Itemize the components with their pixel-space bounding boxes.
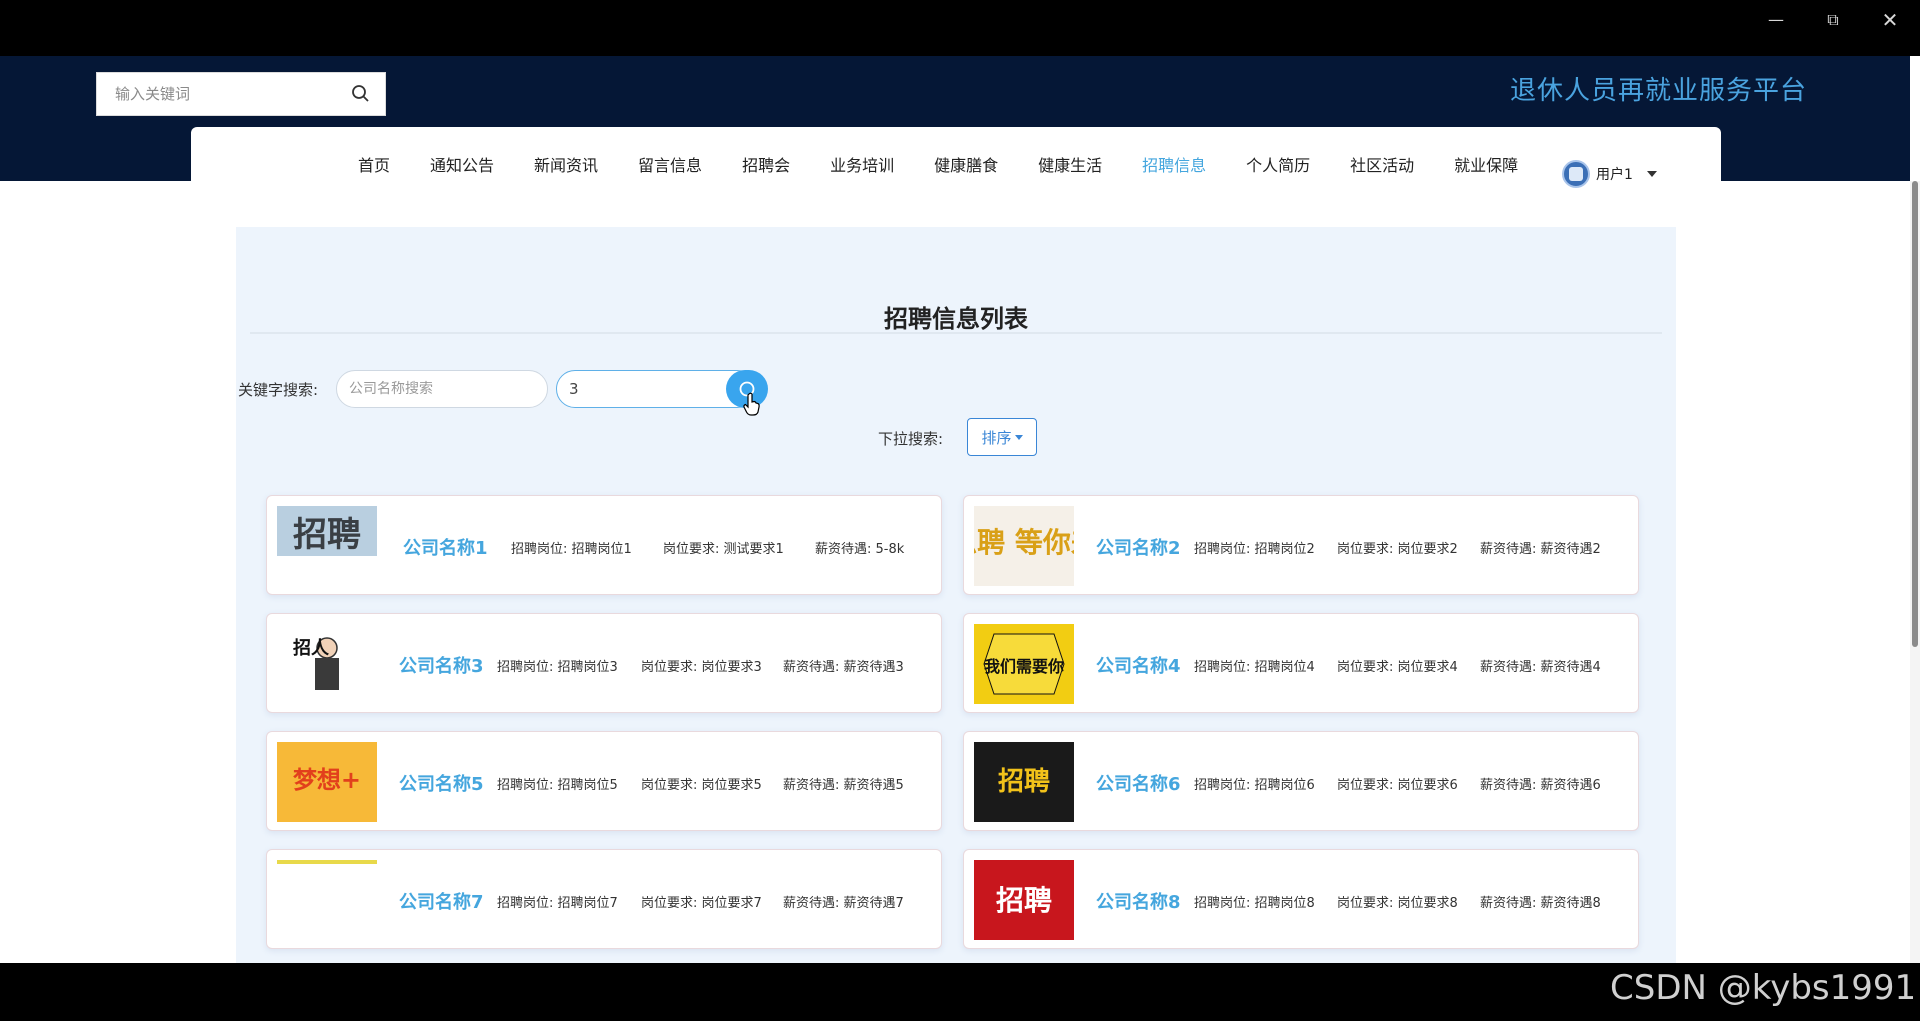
job-position: 招聘岗位: 招聘岗位6: [1194, 778, 1315, 793]
job-card[interactable]: 我们需要你 公司名称4 招聘岗位: 招聘岗位4 岗位要求: 岗位要求4 薪资待遇…: [963, 613, 1639, 713]
job-salary: 薪资待遇: 5-8k: [815, 542, 905, 557]
company-name[interactable]: 公司名称2: [1096, 534, 1181, 560]
job-position: 招聘岗位: 招聘岗位8: [1194, 896, 1315, 911]
user-menu[interactable]: 用户1: [1562, 160, 1657, 188]
job-card[interactable]: 招聘 公司名称1 招聘岗位: 招聘岗位1 岗位要求: 测试要求1 薪资待遇: 5…: [266, 495, 942, 595]
svg-text:梦想+: 梦想+: [293, 766, 361, 794]
job-requirement: 岗位要求: 岗位要求3: [641, 660, 762, 675]
nav-item-training[interactable]: 业务培训: [830, 152, 894, 176]
job-salary: 薪资待遇: 薪资待遇2: [1480, 542, 1601, 557]
caret-down-icon: [1014, 434, 1023, 440]
company-image[interactable]: 梦想+: [277, 742, 377, 822]
job-position: 招聘岗位: 招聘岗位4: [1194, 660, 1315, 675]
job-salary: 薪资待遇: 薪资待遇4: [1480, 660, 1601, 675]
company-image[interactable]: 招人: [277, 624, 377, 704]
nav-item-news[interactable]: 新闻资讯: [534, 152, 598, 176]
restore-icon[interactable]: ⧉: [1813, 6, 1853, 34]
company-image[interactable]: 招聘: [974, 742, 1074, 822]
company-name[interactable]: 公司名称6: [1096, 770, 1181, 796]
main-nav: 首页 通知公告 新闻资讯 留言信息 招聘会 业务培训 健康膳食 健康生活 招聘信…: [358, 152, 1558, 176]
page-title: 招聘信息列表: [884, 305, 1028, 333]
company-name[interactable]: 公司名称7: [399, 888, 484, 914]
job-position: 招聘岗位: 招聘岗位3: [497, 660, 618, 675]
job-requirement: 岗位要求: 岗位要求7: [641, 896, 762, 911]
svg-text:招聘: 招聘: [998, 767, 1050, 797]
job-position: 招聘岗位: 招聘岗位2: [1194, 542, 1315, 557]
company-name[interactable]: 公司名称3: [399, 652, 484, 678]
window-titlebar: — ⧉ ✕: [0, 0, 1920, 56]
search-icon[interactable]: [351, 84, 371, 104]
company-name[interactable]: 公司名称4: [1096, 652, 1181, 678]
svg-text:招人: 招人: [293, 637, 330, 659]
avatar[interactable]: [1562, 160, 1590, 188]
job-card[interactable]: 急聘 等你来 公司名称2 招聘岗位: 招聘岗位2 岗位要求: 岗位要求2 薪资待…: [963, 495, 1639, 595]
keyword-search-value: 3: [569, 380, 579, 398]
job-requirement: 岗位要求: 岗位要求6: [1337, 778, 1458, 793]
company-image[interactable]: 我们需要你: [974, 624, 1074, 704]
job-requirement: 岗位要求: 岗位要求5: [641, 778, 762, 793]
job-card[interactable]: 梦想+ 公司名称5 招聘岗位: 招聘岗位5 岗位要求: 岗位要求5 薪资待遇: …: [266, 731, 942, 831]
job-requirement: 岗位要求: 岗位要求2: [1337, 542, 1458, 557]
job-salary: 薪资待遇: 薪资待遇5: [783, 778, 904, 793]
chevron-down-icon[interactable]: [1646, 171, 1657, 177]
sort-dropdown-button[interactable]: 排序: [967, 418, 1037, 456]
job-position: 招聘岗位: 招聘岗位5: [497, 778, 618, 793]
nav-item-notices[interactable]: 通知公告: [430, 152, 494, 176]
job-card[interactable]: 招聘 公司名称8 招聘岗位: 招聘岗位8 岗位要求: 岗位要求8 薪资待遇: 薪…: [963, 849, 1639, 949]
page-scrollbar[interactable]: [1910, 181, 1920, 963]
user-name[interactable]: 用户1: [1596, 164, 1633, 184]
svg-text:我们需要你: 我们需要你: [984, 657, 1064, 676]
job-salary: 薪资待遇: 薪资待遇7: [783, 896, 904, 911]
company-image[interactable]: [277, 860, 377, 940]
job-position: 招聘岗位: 招聘岗位7: [497, 896, 618, 911]
job-requirement: 岗位要求: 岗位要求4: [1337, 660, 1458, 675]
svg-text:招聘: 招聘: [293, 515, 361, 555]
hand-cursor-icon: [743, 392, 760, 416]
header-search-input[interactable]: [97, 73, 337, 115]
minimize-icon[interactable]: —: [1756, 6, 1796, 34]
company-name-search-input[interactable]: [336, 370, 548, 408]
job-salary: 薪资待遇: 薪资待遇3: [783, 660, 904, 675]
sort-label: 排序: [981, 428, 1012, 447]
job-salary: 薪资待遇: 薪资待遇6: [1480, 778, 1601, 793]
close-icon[interactable]: ✕: [1870, 6, 1910, 34]
site-title: 退休人员再就业服务平台: [1510, 76, 1808, 106]
company-image[interactable]: 招聘: [974, 860, 1074, 940]
svg-text:招聘: 招聘: [996, 884, 1052, 917]
nav-item-community[interactable]: 社区活动: [1350, 152, 1414, 176]
nav-item-messages[interactable]: 留言信息: [638, 152, 702, 176]
dropdown-search-label: 下拉搜索:: [878, 430, 944, 448]
keyword-search-label: 关键字搜索:: [238, 381, 319, 399]
job-requirement: 岗位要求: 测试要求1: [663, 542, 784, 557]
nav-item-home[interactable]: 首页: [358, 152, 390, 176]
company-name[interactable]: 公司名称5: [399, 770, 484, 796]
scrollbar-thumb[interactable]: [1912, 181, 1918, 647]
job-position: 招聘岗位: 招聘岗位1: [511, 542, 632, 557]
watermark: CSDN @kybs1991: [1610, 968, 1917, 1008]
nav-item-resume[interactable]: 个人简历: [1246, 152, 1310, 176]
job-card[interactable]: 招聘 公司名称6 招聘岗位: 招聘岗位6 岗位要求: 岗位要求6 薪资待遇: 薪…: [963, 731, 1639, 831]
nav-item-healthy-life[interactable]: 健康生活: [1038, 152, 1102, 176]
job-card[interactable]: 公司名称7 招聘岗位: 招聘岗位7 岗位要求: 岗位要求7 薪资待遇: 薪资待遇…: [266, 849, 942, 949]
job-card[interactable]: 招人 公司名称3 招聘岗位: 招聘岗位3 岗位要求: 岗位要求3 薪资待遇: 薪…: [266, 613, 942, 713]
company-name[interactable]: 公司名称8: [1096, 888, 1181, 914]
company-image[interactable]: 招聘: [277, 506, 377, 586]
header-search: [96, 72, 386, 116]
svg-text:急聘 等你来: 急聘 等你来: [974, 526, 1074, 559]
nav-item-recruitment[interactable]: 招聘信息: [1142, 152, 1206, 176]
company-image[interactable]: 急聘 等你来: [974, 506, 1074, 586]
title-divider: [250, 332, 1662, 334]
job-salary: 薪资待遇: 薪资待遇8: [1480, 896, 1601, 911]
job-requirement: 岗位要求: 岗位要求8: [1337, 896, 1458, 911]
company-name[interactable]: 公司名称1: [403, 534, 488, 560]
nav-item-healthy-diet[interactable]: 健康膳食: [934, 152, 998, 176]
nav-item-security[interactable]: 就业保障: [1454, 152, 1518, 176]
nav-item-job-fair[interactable]: 招聘会: [742, 152, 790, 176]
